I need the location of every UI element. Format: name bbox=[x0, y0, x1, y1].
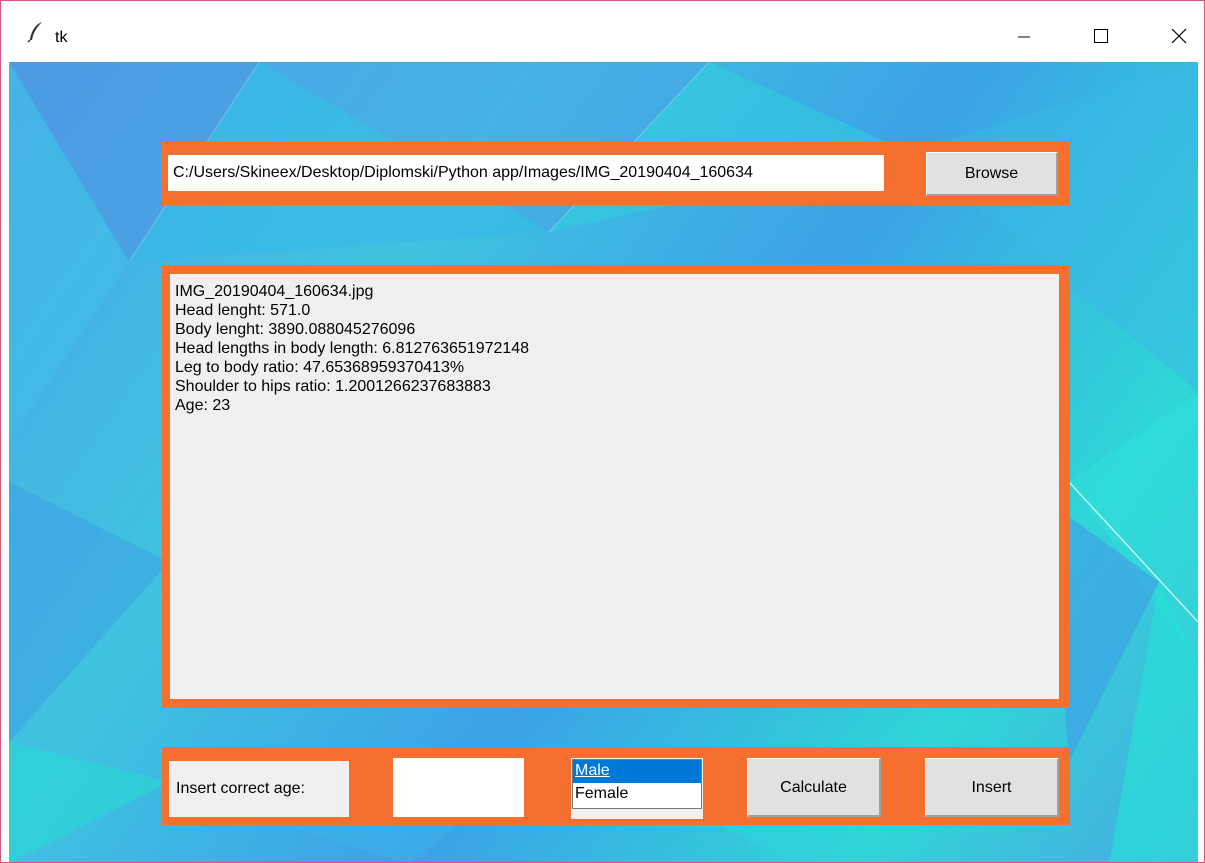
age-label: Insert correct age: bbox=[169, 761, 349, 817]
result-body-length: Body lenght: 3890.088045276096 bbox=[175, 321, 416, 338]
result-age: Age: 23 bbox=[175, 397, 231, 414]
result-filename: IMG_20190404_160634.jpg bbox=[175, 283, 374, 300]
results-text-area[interactable]: IMG_20190404_160634.jpg Head lenght: 571… bbox=[170, 274, 1059, 699]
result-head-lengths-in-body: Head lengths in body length: 6.812763651… bbox=[175, 340, 530, 357]
browse-button[interactable]: Browse bbox=[926, 152, 1058, 196]
maximize-button[interactable] bbox=[1080, 18, 1120, 54]
close-icon bbox=[1171, 28, 1187, 44]
title-bar[interactable]: tk bbox=[1, 1, 1204, 62]
result-head-length: Head lenght: 571.0 bbox=[175, 302, 311, 319]
result-leg-to-body-ratio: Leg to body ratio: 47.65368959370413% bbox=[175, 359, 465, 376]
calculate-button[interactable]: Calculate bbox=[747, 758, 881, 817]
close-button[interactable] bbox=[1158, 18, 1198, 54]
gender-listbox[interactable]: Male Female bbox=[571, 758, 703, 819]
app-window: tk C:/Users/Skineex/Desktop/Diplomski/Py… bbox=[0, 0, 1205, 863]
minimize-button[interactable] bbox=[1004, 18, 1044, 54]
gender-listbox-items[interactable]: Male Female bbox=[572, 759, 702, 809]
minimize-icon bbox=[1018, 36, 1030, 38]
age-input[interactable] bbox=[393, 758, 524, 817]
result-shoulder-to-hips-ratio: Shoulder to hips ratio: 1.20012662376838… bbox=[175, 378, 491, 395]
gender-option-male[interactable]: Male bbox=[573, 760, 701, 783]
maximize-icon bbox=[1094, 29, 1108, 43]
window-title: tk bbox=[55, 29, 68, 46]
insert-button[interactable]: Insert bbox=[925, 758, 1059, 817]
file-path-input[interactable]: C:/Users/Skineex/Desktop/Diplomski/Pytho… bbox=[168, 155, 884, 191]
gender-option-female[interactable]: Female bbox=[573, 783, 701, 806]
feather-icon bbox=[27, 22, 42, 43]
